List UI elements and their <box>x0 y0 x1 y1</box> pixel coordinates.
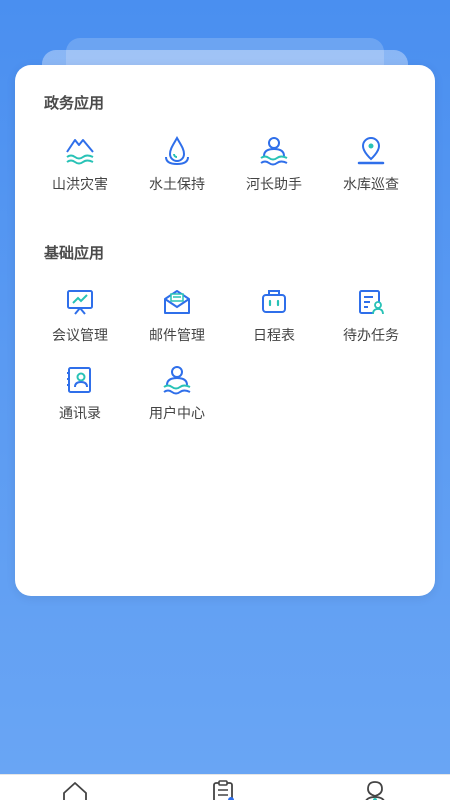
app-todo[interactable]: 待办任务 <box>323 286 419 348</box>
app-mail[interactable]: 邮件管理 <box>129 286 225 348</box>
app-grid-card: 政务应用 山洪灾害 水土保持 河长助手 水库巡查 基础应用 会议管理 邮件管理 … <box>15 65 435 596</box>
app-label: 邮件管理 <box>149 328 205 344</box>
app-label: 河长助手 <box>246 177 302 193</box>
app-label: 通讯录 <box>59 406 101 422</box>
calendar-bag-icon <box>262 290 286 313</box>
tab-profile[interactable] <box>360 779 390 800</box>
task-list-icon <box>359 290 384 315</box>
tab-home[interactable] <box>60 779 90 800</box>
app-contacts[interactable]: 通讯录 <box>32 364 128 426</box>
river-chief-icon <box>260 137 288 166</box>
contacts-icon <box>67 367 91 393</box>
mail-icon <box>164 290 190 314</box>
app-soil-water[interactable]: 水土保持 <box>129 135 225 197</box>
presentation-board-icon <box>67 290 93 315</box>
app-schedule[interactable]: 日程表 <box>226 286 322 348</box>
app-label: 水土保持 <box>149 177 205 193</box>
app-label: 会议管理 <box>52 328 108 344</box>
clipboard-icon <box>213 780 234 800</box>
app-label: 日程表 <box>253 328 295 344</box>
app-mountain-flood[interactable]: 山洪灾害 <box>32 135 128 197</box>
water-drop-icon <box>165 135 189 166</box>
user-center-icon <box>163 366 191 395</box>
location-pin-icon <box>357 136 385 165</box>
profile-icon <box>365 781 385 800</box>
app-reservoir-patrol[interactable]: 水库巡查 <box>323 135 419 197</box>
app-label: 待办任务 <box>343 328 399 344</box>
app-user-center[interactable]: 用户中心 <box>129 364 225 426</box>
tab-tasks[interactable] <box>208 779 238 800</box>
app-river-chief[interactable]: 河长助手 <box>226 135 322 197</box>
home-icon <box>63 782 87 800</box>
app-meeting[interactable]: 会议管理 <box>32 286 128 348</box>
app-label: 用户中心 <box>149 406 205 422</box>
bottom-tab-bar <box>0 774 450 800</box>
mountain-flood-icon <box>66 139 94 165</box>
app-label: 山洪灾害 <box>52 177 108 193</box>
section-title-basic-apps: 基础应用 <box>44 244 105 262</box>
section-title-government-apps: 政务应用 <box>44 94 105 112</box>
app-label: 水库巡查 <box>343 177 399 193</box>
